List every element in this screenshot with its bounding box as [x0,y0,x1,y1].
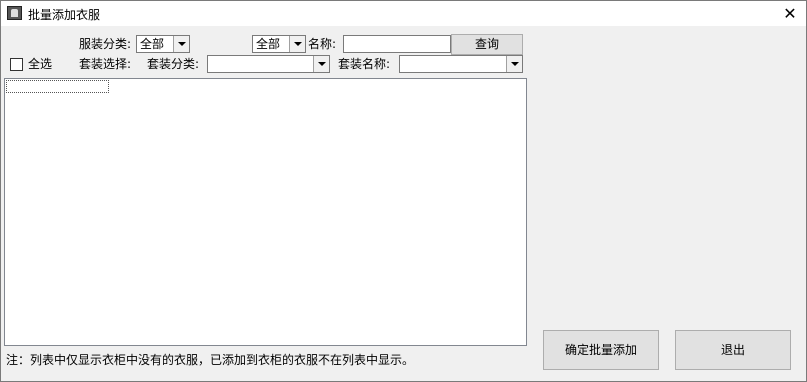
set-name-select[interactable] [399,55,523,73]
chevron-down-icon[interactable] [289,36,305,52]
set-name-label: 套装名称: [338,57,391,71]
title-bar: 批量添加衣服 ✕ [1,1,806,26]
clothing-category-select[interactable]: 全部 [136,35,190,53]
set-category-select[interactable] [207,55,330,73]
second-category-select[interactable]: 全部 [252,35,306,53]
footer-note: 注：列表中仅显示衣柜中没有的衣服，已添加到衣柜的衣服不在列表中显示。 [6,353,415,367]
chevron-down-icon[interactable] [506,56,522,72]
window-title: 批量添加衣服 [28,8,101,22]
name-label: 名称: [308,37,337,51]
chevron-down-icon[interactable] [173,36,189,52]
clothing-category-label: 服装分类: [79,37,132,51]
select-all-checkbox[interactable] [10,58,23,71]
chevron-down-icon[interactable] [313,56,329,72]
name-input[interactable] [343,35,451,53]
set-category-label: 套装分类: [147,57,200,71]
exit-button[interactable]: 退出 [675,330,791,370]
close-button[interactable]: ✕ [775,1,805,26]
list-focus-item[interactable] [6,80,109,93]
app-icon [7,6,22,20]
set-select-label: 套装选择: [79,57,132,71]
confirm-add-button[interactable]: 确定批量添加 [543,330,659,370]
select-all-label[interactable]: 全选 [28,57,52,71]
second-category-value: 全部 [256,37,281,51]
clothing-category-value: 全部 [140,37,165,51]
clothing-list[interactable] [4,78,527,346]
search-button[interactable]: 查询 [451,34,523,55]
